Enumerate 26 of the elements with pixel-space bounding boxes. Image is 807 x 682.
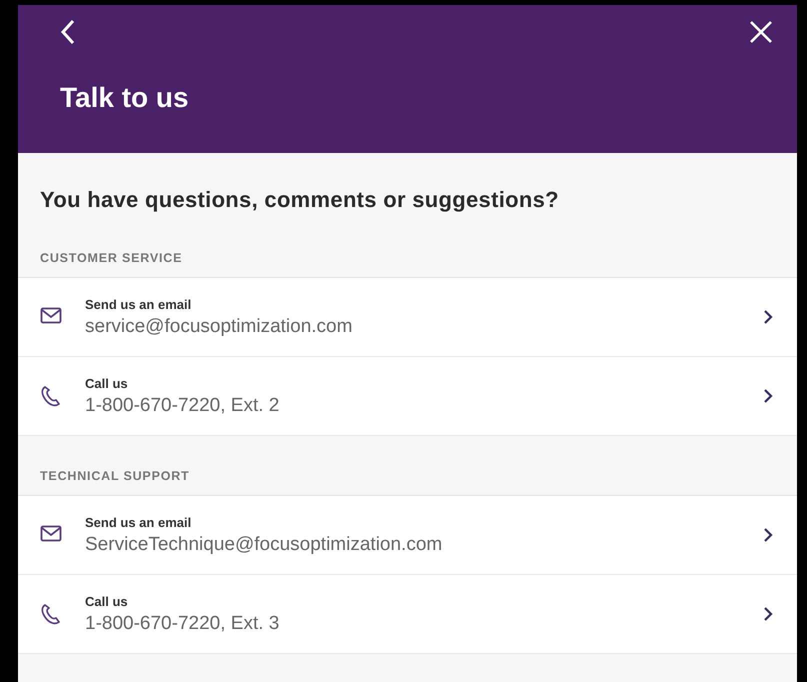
- contact-row[interactable]: Call us 1-800-670-7220, Ext. 2: [18, 357, 797, 436]
- row-value: ServiceTechnique@focusoptimization.com: [85, 534, 444, 556]
- back-button[interactable]: [60, 19, 76, 45]
- row-value: 1-800-670-7220, Ext. 3: [85, 612, 280, 634]
- row-title: Call us: [85, 376, 129, 390]
- contact-row[interactable]: Send us an email ServiceTechnique@focusoptimization.com: [18, 496, 797, 575]
- row-title: Send us an email: [85, 296, 192, 312]
- close-button[interactable]: [749, 20, 773, 44]
- chevron-icon: [763, 309, 773, 325]
- section-label: CUSTOMER SERVICE: [39, 250, 184, 267]
- row-value: service@focusoptimization.com: [85, 316, 354, 338]
- chevron-icon: [763, 527, 773, 543]
- row-title: Call us: [85, 594, 129, 608]
- contact-row[interactable]: Send us an email service@focusoptimization.com: [18, 278, 797, 357]
- row-title: Send us an email: [85, 514, 192, 530]
- close-icon: [749, 20, 773, 44]
- back-icon: [60, 19, 76, 45]
- phone-icon: [40, 385, 62, 407]
- page-title: Talk to us: [60, 82, 190, 114]
- chevron-icon: [763, 606, 773, 622]
- contact-row[interactable]: Call us 1-800-670-7220, Ext. 3: [18, 575, 797, 654]
- section-heading: You have questions, comments or suggestions?: [39, 187, 560, 213]
- phone-icon: [40, 603, 62, 625]
- chevron-icon: [763, 388, 773, 404]
- section-label: TECHNICAL SUPPORT: [39, 468, 190, 485]
- row-value: 1-800-670-7220, Ext. 2: [85, 394, 280, 416]
